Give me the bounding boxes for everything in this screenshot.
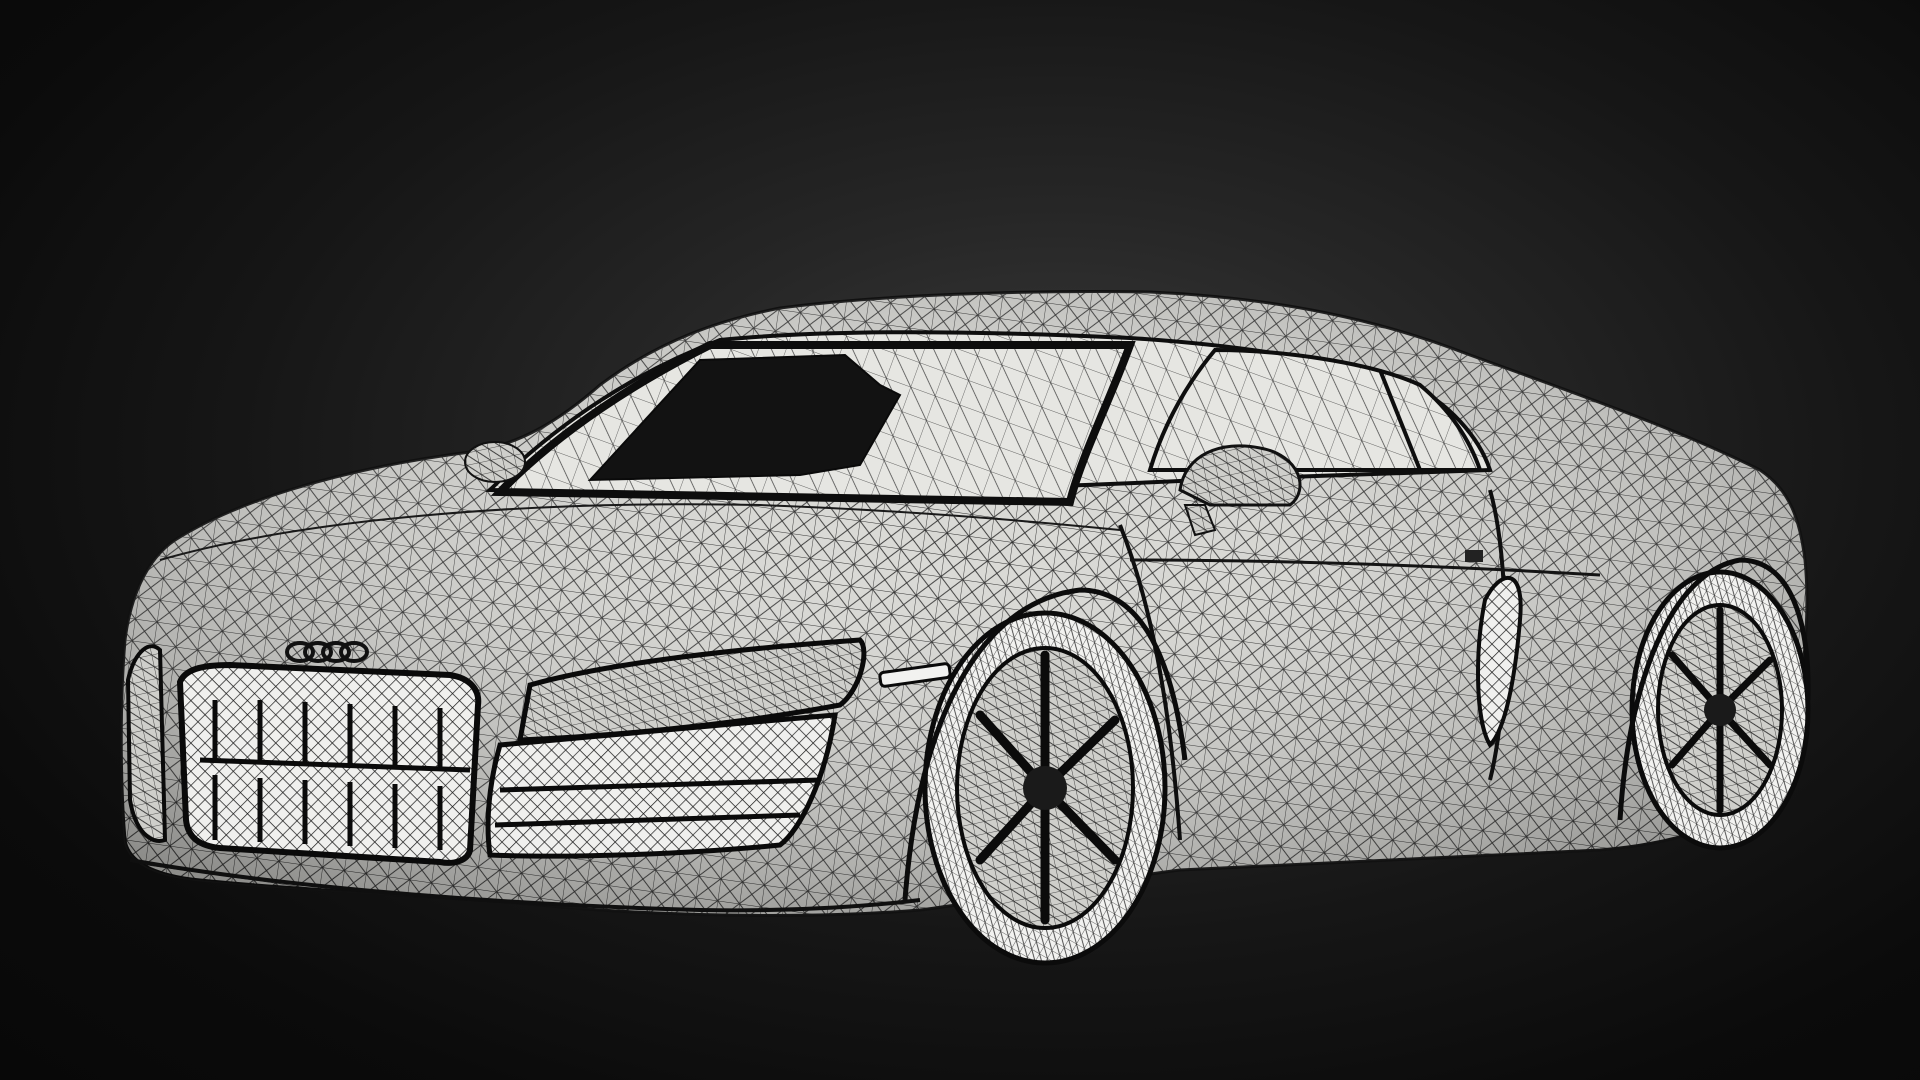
windshield	[490, 341, 1136, 507]
render-viewport	[0, 0, 1920, 1080]
side-mirror-left	[464, 441, 526, 483]
front-grille	[176, 661, 482, 866]
front-left-bumper	[125, 644, 168, 843]
front-wheel	[922, 610, 1168, 966]
door-handle	[1465, 550, 1483, 562]
car-render	[119, 290, 1811, 966]
rear-wheel	[1629, 569, 1811, 851]
